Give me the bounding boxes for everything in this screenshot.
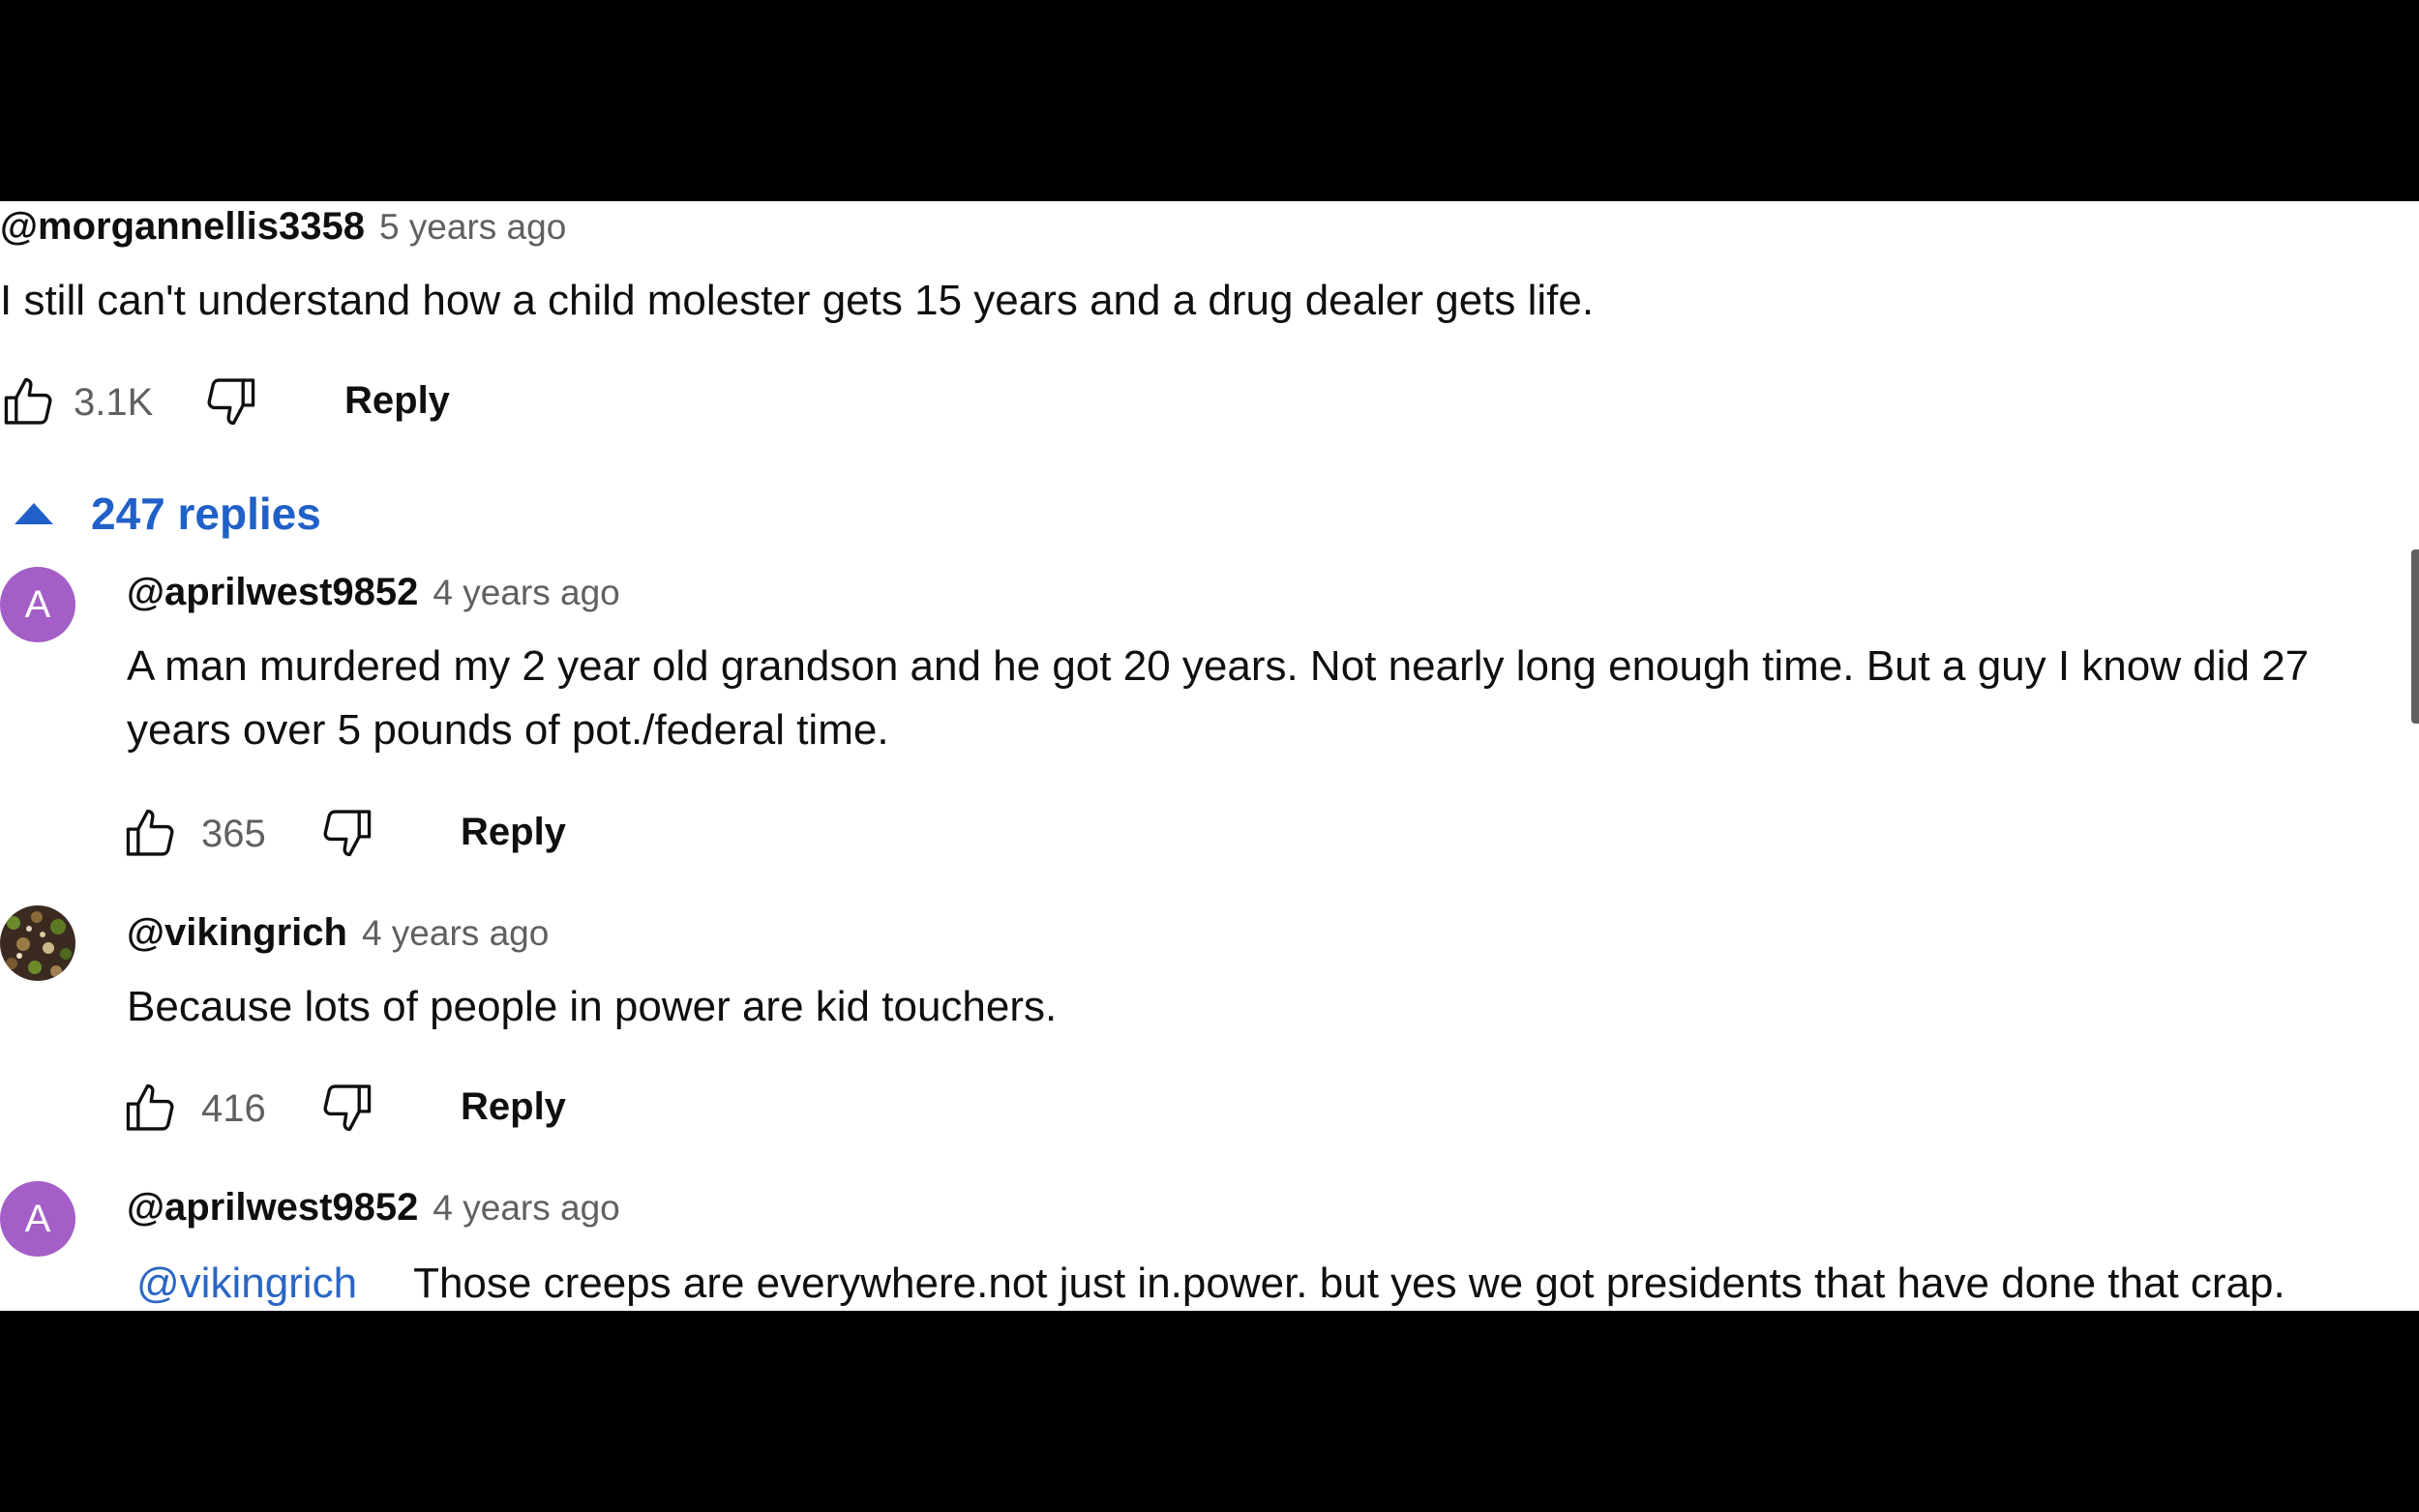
like-count: 3.1K bbox=[74, 381, 154, 424]
reply-text: @vikingrich Those creeps are everywhere.n… bbox=[127, 1252, 2285, 1311]
reply-header: @aprilwest9852 4 years ago bbox=[127, 571, 620, 614]
caret-up-icon bbox=[15, 503, 53, 524]
thumbs-up-icon[interactable] bbox=[0, 371, 60, 431]
comment-author[interactable]: @morgannellis3358 bbox=[0, 205, 365, 249]
reply-text: Because lots of people in power are kid … bbox=[127, 983, 1058, 1030]
letterbox-top bbox=[0, 0, 2419, 201]
mention-link[interactable]: @vikingrich bbox=[136, 1260, 357, 1307]
comments-panel: @morgannellis3358 5 years ago I still ca… bbox=[0, 201, 2419, 1311]
thumbs-down-icon[interactable] bbox=[199, 371, 259, 431]
thumbs-down-icon[interactable] bbox=[315, 803, 375, 863]
replies-toggle[interactable]: 247 replies bbox=[14, 480, 321, 548]
letterbox-bottom bbox=[0, 1311, 2419, 1512]
reply-timestamp[interactable]: 4 years ago bbox=[433, 1188, 619, 1229]
reply-button[interactable]: Reply bbox=[344, 379, 450, 423]
reply-author[interactable]: @vikingrich bbox=[127, 911, 347, 955]
reply-timestamp[interactable]: 4 years ago bbox=[362, 913, 549, 954]
replies-count: 247 replies bbox=[91, 489, 321, 539]
like-count: 416 bbox=[201, 1087, 266, 1130]
reply-text-line-2: years over 5 pounds of pot./federal time… bbox=[127, 706, 889, 754]
avatar-initial: A bbox=[24, 582, 51, 626]
profile-photo-icon bbox=[0, 905, 75, 981]
reply-body: Those creeps are everywhere.not just in.… bbox=[413, 1260, 2285, 1307]
reply-header: @aprilwest9852 4 years ago bbox=[127, 1186, 620, 1230]
reply-text-line-1: A man murdered my 2 year old grandson an… bbox=[127, 642, 2310, 690]
avatar[interactable]: A bbox=[0, 1181, 75, 1257]
comment-timestamp[interactable]: 5 years ago bbox=[379, 207, 566, 248]
avatar[interactable]: A bbox=[0, 567, 75, 642]
thumbs-down-icon[interactable] bbox=[315, 1078, 375, 1138]
comment-actions: 3.1K Reply bbox=[0, 371, 455, 433]
reply-button[interactable]: Reply bbox=[461, 1085, 566, 1129]
reply-actions: 416 Reply bbox=[122, 1078, 606, 1140]
thumbs-up-icon[interactable] bbox=[122, 1078, 182, 1138]
avatar[interactable] bbox=[0, 905, 75, 981]
reply-author[interactable]: @aprilwest9852 bbox=[127, 571, 418, 614]
thumbs-up-icon[interactable] bbox=[122, 803, 182, 863]
reply-author[interactable]: @aprilwest9852 bbox=[127, 1186, 418, 1230]
reply-timestamp[interactable]: 4 years ago bbox=[433, 573, 619, 613]
reply-actions: 365 Reply bbox=[122, 803, 606, 865]
scrollbar-thumb[interactable] bbox=[2411, 549, 2419, 724]
comment-text: I still can't understand how a child mol… bbox=[0, 277, 1595, 324]
avatar-initial: A bbox=[24, 1197, 51, 1240]
like-count: 365 bbox=[201, 813, 266, 855]
reply-button[interactable]: Reply bbox=[461, 811, 566, 854]
comment-header: @morgannellis3358 5 years ago bbox=[0, 205, 566, 249]
reply-header: @vikingrich 4 years ago bbox=[127, 911, 549, 955]
